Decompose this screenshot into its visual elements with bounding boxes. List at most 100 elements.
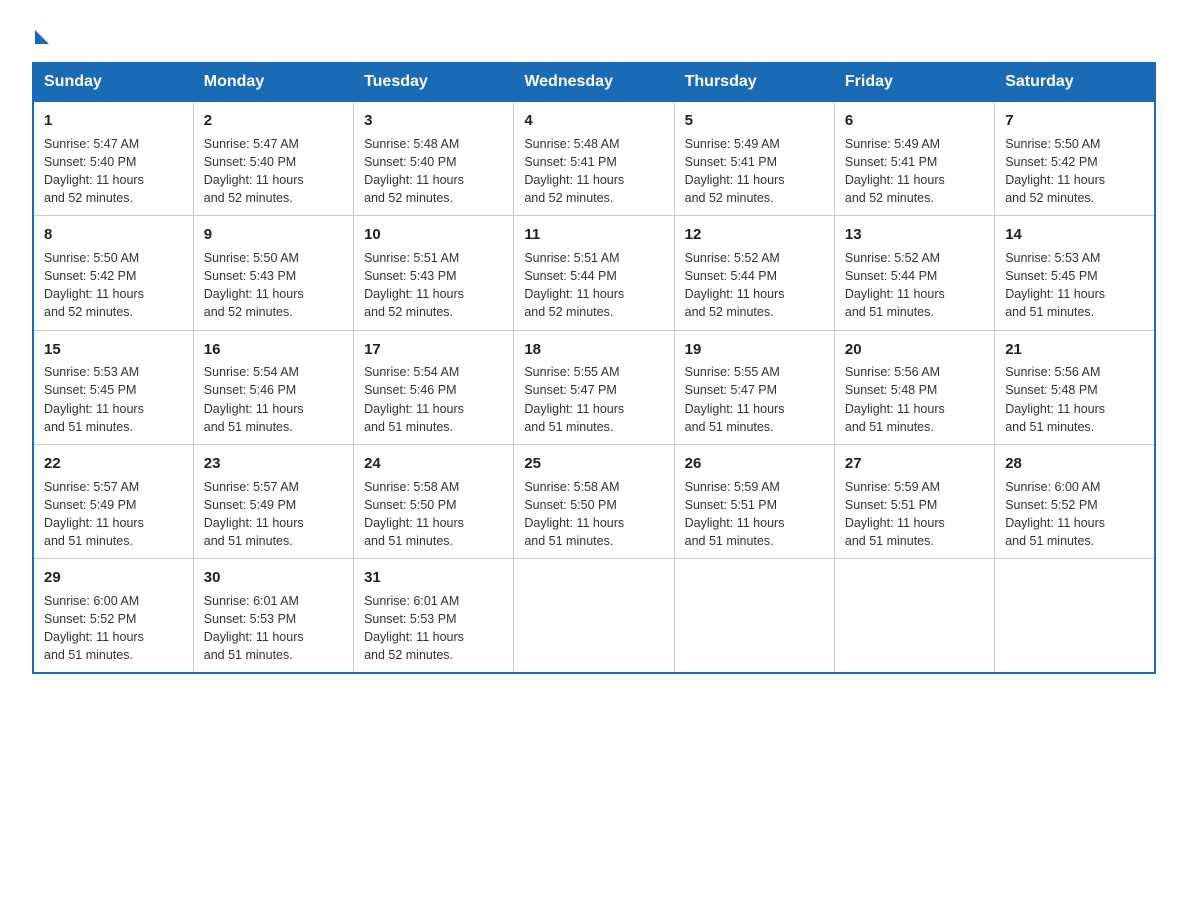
- day-info: Sunrise: 5:51 AMSunset: 5:43 PMDaylight:…: [364, 249, 503, 322]
- day-info: Sunrise: 5:58 AMSunset: 5:50 PMDaylight:…: [524, 478, 663, 551]
- day-info: Sunrise: 6:01 AMSunset: 5:53 PMDaylight:…: [364, 592, 503, 665]
- calendar-cell: 13 Sunrise: 5:52 AMSunset: 5:44 PMDaylig…: [834, 216, 994, 330]
- day-number: 18: [524, 339, 663, 361]
- day-number: 19: [685, 339, 824, 361]
- day-info: Sunrise: 6:01 AMSunset: 5:53 PMDaylight:…: [204, 592, 343, 665]
- day-info: Sunrise: 5:47 AMSunset: 5:40 PMDaylight:…: [204, 135, 343, 208]
- calendar-cell: 16 Sunrise: 5:54 AMSunset: 5:46 PMDaylig…: [193, 330, 353, 444]
- day-number: 29: [44, 567, 183, 589]
- calendar-cell: 17 Sunrise: 5:54 AMSunset: 5:46 PMDaylig…: [354, 330, 514, 444]
- day-number: 16: [204, 339, 343, 361]
- week-row-5: 29 Sunrise: 6:00 AMSunset: 5:52 PMDaylig…: [33, 559, 1155, 674]
- header-cell-saturday: Saturday: [995, 63, 1155, 102]
- logo: [32, 24, 49, 44]
- calendar-cell: 20 Sunrise: 5:56 AMSunset: 5:48 PMDaylig…: [834, 330, 994, 444]
- day-info: Sunrise: 5:50 AMSunset: 5:42 PMDaylight:…: [44, 249, 183, 322]
- day-number: 7: [1005, 110, 1144, 132]
- calendar-cell: 1 Sunrise: 5:47 AMSunset: 5:40 PMDayligh…: [33, 102, 193, 216]
- header-cell-wednesday: Wednesday: [514, 63, 674, 102]
- day-info: Sunrise: 5:53 AMSunset: 5:45 PMDaylight:…: [44, 363, 183, 436]
- day-number: 24: [364, 453, 503, 475]
- calendar-cell: 19 Sunrise: 5:55 AMSunset: 5:47 PMDaylig…: [674, 330, 834, 444]
- calendar-cell: 7 Sunrise: 5:50 AMSunset: 5:42 PMDayligh…: [995, 102, 1155, 216]
- calendar-cell: 9 Sunrise: 5:50 AMSunset: 5:43 PMDayligh…: [193, 216, 353, 330]
- calendar-cell: 10 Sunrise: 5:51 AMSunset: 5:43 PMDaylig…: [354, 216, 514, 330]
- calendar-cell: 4 Sunrise: 5:48 AMSunset: 5:41 PMDayligh…: [514, 102, 674, 216]
- day-number: 13: [845, 224, 984, 246]
- day-info: Sunrise: 5:59 AMSunset: 5:51 PMDaylight:…: [845, 478, 984, 551]
- header-cell-friday: Friday: [834, 63, 994, 102]
- logo-arrow-icon: [35, 30, 49, 44]
- day-info: Sunrise: 5:53 AMSunset: 5:45 PMDaylight:…: [1005, 249, 1144, 322]
- day-number: 21: [1005, 339, 1144, 361]
- header-cell-sunday: Sunday: [33, 63, 193, 102]
- day-number: 5: [685, 110, 824, 132]
- day-number: 26: [685, 453, 824, 475]
- day-info: Sunrise: 5:52 AMSunset: 5:44 PMDaylight:…: [845, 249, 984, 322]
- calendar-cell: 22 Sunrise: 5:57 AMSunset: 5:49 PMDaylig…: [33, 444, 193, 558]
- calendar-cell: 2 Sunrise: 5:47 AMSunset: 5:40 PMDayligh…: [193, 102, 353, 216]
- day-number: 28: [1005, 453, 1144, 475]
- header-cell-tuesday: Tuesday: [354, 63, 514, 102]
- day-info: Sunrise: 5:50 AMSunset: 5:42 PMDaylight:…: [1005, 135, 1144, 208]
- day-info: Sunrise: 5:57 AMSunset: 5:49 PMDaylight:…: [204, 478, 343, 551]
- calendar-cell: 27 Sunrise: 5:59 AMSunset: 5:51 PMDaylig…: [834, 444, 994, 558]
- page-header: [32, 24, 1156, 44]
- week-row-1: 1 Sunrise: 5:47 AMSunset: 5:40 PMDayligh…: [33, 102, 1155, 216]
- day-info: Sunrise: 5:51 AMSunset: 5:44 PMDaylight:…: [524, 249, 663, 322]
- day-number: 22: [44, 453, 183, 475]
- calendar-cell: 23 Sunrise: 5:57 AMSunset: 5:49 PMDaylig…: [193, 444, 353, 558]
- calendar-cell: [995, 559, 1155, 674]
- day-number: 12: [685, 224, 824, 246]
- day-number: 11: [524, 224, 663, 246]
- day-info: Sunrise: 5:49 AMSunset: 5:41 PMDaylight:…: [685, 135, 824, 208]
- day-info: Sunrise: 5:59 AMSunset: 5:51 PMDaylight:…: [685, 478, 824, 551]
- day-number: 14: [1005, 224, 1144, 246]
- calendar-cell: 31 Sunrise: 6:01 AMSunset: 5:53 PMDaylig…: [354, 559, 514, 674]
- day-info: Sunrise: 5:52 AMSunset: 5:44 PMDaylight:…: [685, 249, 824, 322]
- week-row-3: 15 Sunrise: 5:53 AMSunset: 5:45 PMDaylig…: [33, 330, 1155, 444]
- calendar-cell: 24 Sunrise: 5:58 AMSunset: 5:50 PMDaylig…: [354, 444, 514, 558]
- calendar-cell: 3 Sunrise: 5:48 AMSunset: 5:40 PMDayligh…: [354, 102, 514, 216]
- calendar-cell: [834, 559, 994, 674]
- day-info: Sunrise: 5:50 AMSunset: 5:43 PMDaylight:…: [204, 249, 343, 322]
- day-info: Sunrise: 5:48 AMSunset: 5:40 PMDaylight:…: [364, 135, 503, 208]
- day-info: Sunrise: 5:55 AMSunset: 5:47 PMDaylight:…: [685, 363, 824, 436]
- day-number: 9: [204, 224, 343, 246]
- day-info: Sunrise: 5:56 AMSunset: 5:48 PMDaylight:…: [1005, 363, 1144, 436]
- calendar-cell: 14 Sunrise: 5:53 AMSunset: 5:45 PMDaylig…: [995, 216, 1155, 330]
- day-number: 25: [524, 453, 663, 475]
- calendar-cell: 30 Sunrise: 6:01 AMSunset: 5:53 PMDaylig…: [193, 559, 353, 674]
- day-number: 8: [44, 224, 183, 246]
- calendar-cell: 5 Sunrise: 5:49 AMSunset: 5:41 PMDayligh…: [674, 102, 834, 216]
- day-number: 20: [845, 339, 984, 361]
- header-cell-thursday: Thursday: [674, 63, 834, 102]
- day-number: 27: [845, 453, 984, 475]
- day-info: Sunrise: 5:56 AMSunset: 5:48 PMDaylight:…: [845, 363, 984, 436]
- day-number: 10: [364, 224, 503, 246]
- calendar-cell: 28 Sunrise: 6:00 AMSunset: 5:52 PMDaylig…: [995, 444, 1155, 558]
- calendar-cell: 25 Sunrise: 5:58 AMSunset: 5:50 PMDaylig…: [514, 444, 674, 558]
- day-info: Sunrise: 6:00 AMSunset: 5:52 PMDaylight:…: [44, 592, 183, 665]
- calendar-table: SundayMondayTuesdayWednesdayThursdayFrid…: [32, 62, 1156, 674]
- day-number: 1: [44, 110, 183, 132]
- header-row: SundayMondayTuesdayWednesdayThursdayFrid…: [33, 63, 1155, 102]
- week-row-4: 22 Sunrise: 5:57 AMSunset: 5:49 PMDaylig…: [33, 444, 1155, 558]
- day-info: Sunrise: 5:57 AMSunset: 5:49 PMDaylight:…: [44, 478, 183, 551]
- day-info: Sunrise: 6:00 AMSunset: 5:52 PMDaylight:…: [1005, 478, 1144, 551]
- calendar-cell: 29 Sunrise: 6:00 AMSunset: 5:52 PMDaylig…: [33, 559, 193, 674]
- calendar-cell: [514, 559, 674, 674]
- calendar-cell: 11 Sunrise: 5:51 AMSunset: 5:44 PMDaylig…: [514, 216, 674, 330]
- calendar-cell: [674, 559, 834, 674]
- day-info: Sunrise: 5:47 AMSunset: 5:40 PMDaylight:…: [44, 135, 183, 208]
- day-number: 6: [845, 110, 984, 132]
- day-number: 31: [364, 567, 503, 589]
- day-info: Sunrise: 5:48 AMSunset: 5:41 PMDaylight:…: [524, 135, 663, 208]
- header-cell-monday: Monday: [193, 63, 353, 102]
- calendar-cell: 6 Sunrise: 5:49 AMSunset: 5:41 PMDayligh…: [834, 102, 994, 216]
- day-info: Sunrise: 5:55 AMSunset: 5:47 PMDaylight:…: [524, 363, 663, 436]
- day-info: Sunrise: 5:58 AMSunset: 5:50 PMDaylight:…: [364, 478, 503, 551]
- day-info: Sunrise: 5:54 AMSunset: 5:46 PMDaylight:…: [364, 363, 503, 436]
- day-number: 2: [204, 110, 343, 132]
- calendar-cell: 8 Sunrise: 5:50 AMSunset: 5:42 PMDayligh…: [33, 216, 193, 330]
